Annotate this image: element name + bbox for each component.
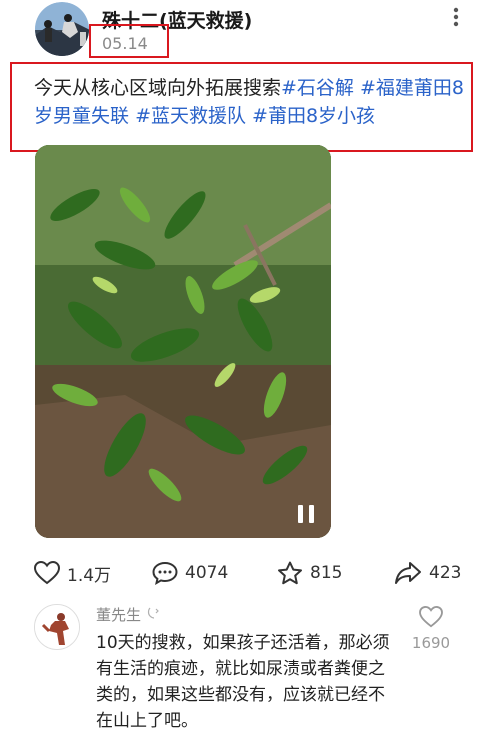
commenter-name-text: 董先生 xyxy=(96,606,142,624)
comment-text: 10天的搜救，如果孩子还活着，那必须有生活的痕迹，就比如尿渍或者粪便之类的，如果… xyxy=(96,633,390,731)
hashtag-link[interactable]: #石谷解 xyxy=(281,77,354,99)
author-avatar[interactable] xyxy=(34,2,90,56)
share-button[interactable]: 423 xyxy=(394,556,461,590)
heart-icon xyxy=(419,605,443,628)
user-badge-icon xyxy=(147,607,159,619)
comment-like-button[interactable]: 1690 xyxy=(410,605,452,656)
date-highlight-box xyxy=(89,24,169,58)
commenter-avatar[interactable] xyxy=(34,604,80,650)
comment-item: 董先生 10天的搜救，如果孩子还活着，那必须有生活的痕迹，就比如尿渍或者粪便之类… xyxy=(0,598,499,744)
post-header: 殊十二(蓝天救援) 05.14 xyxy=(0,0,499,62)
like-button[interactable]: 1.4万 xyxy=(34,556,111,590)
commenter-name[interactable]: 董先生 xyxy=(96,604,162,625)
share-icon xyxy=(395,562,421,584)
star-icon xyxy=(278,561,302,585)
video-player[interactable] xyxy=(35,145,331,538)
favorite-button[interactable]: 815 xyxy=(277,556,342,590)
favorite-count: 815 xyxy=(310,563,343,583)
hashtag-link[interactable]: #莆田8岁小孩 xyxy=(252,105,375,127)
comment-count: 4074 xyxy=(185,563,229,583)
like-count: 1.4万 xyxy=(67,565,112,586)
share-count: 423 xyxy=(429,563,462,583)
comment-like-count: 1690 xyxy=(411,634,451,652)
comment-button[interactable]: 4074 xyxy=(152,556,228,590)
post-caption: 今天从核心区域向外拓展搜索#石谷解 #福建莆田8岁男童失联 #蓝天救援队 #莆田… xyxy=(34,74,474,130)
pause-icon[interactable] xyxy=(295,503,317,525)
action-bar: 1.4万 4074 815 423 xyxy=(0,556,499,590)
video-frame xyxy=(35,145,331,538)
heart-icon xyxy=(34,561,60,585)
comment-icon xyxy=(152,561,178,585)
caption-text: 今天从核心区域向外拓展搜索 xyxy=(34,77,282,99)
more-vertical-icon[interactable] xyxy=(446,6,466,28)
hashtag-link[interactable]: #蓝天救援队 xyxy=(135,105,246,127)
